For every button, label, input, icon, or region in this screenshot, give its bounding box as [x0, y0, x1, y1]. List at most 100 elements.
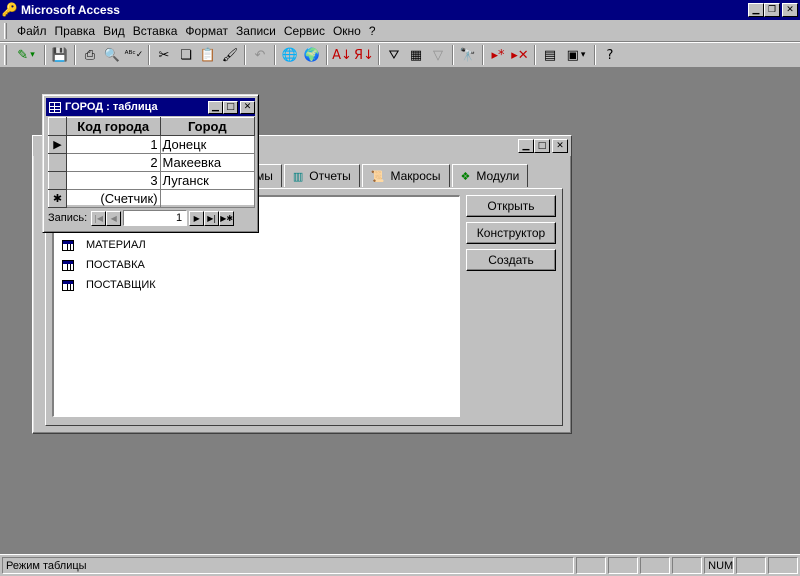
current-record-icon[interactable]: ▶ [48, 135, 67, 154]
paste-icon[interactable]: 📋 [197, 44, 219, 66]
table-icon [62, 259, 74, 271]
cut-icon[interactable]: ✂ [153, 44, 175, 66]
view-design-icon[interactable]: ✎ [11, 44, 41, 66]
filter-by-selection-icon[interactable]: ⛛ [383, 44, 405, 66]
menu-records[interactable]: Записи [232, 24, 280, 38]
format-painter-icon[interactable]: 🖌 [219, 44, 241, 66]
copy-icon[interactable]: ❏ [175, 44, 197, 66]
cell-code[interactable]: (Счетчик) [66, 189, 161, 208]
menu-window[interactable]: Окно [329, 24, 365, 38]
cell-code[interactable]: 2 [66, 153, 161, 172]
delete-record-icon[interactable]: ▸✕ [509, 44, 531, 66]
spelling-icon[interactable]: ᴬᴮᶜ✓ [123, 44, 145, 66]
datasheet-title: ГОРОД : таблица [65, 101, 158, 113]
menu-file[interactable]: Файл [13, 24, 51, 38]
undo-icon[interactable]: ↶ [249, 44, 271, 66]
help-icon[interactable]: ? [599, 44, 621, 66]
ds-maximize-button[interactable]: □ [223, 100, 238, 114]
status-panel [576, 557, 607, 574]
design-button[interactable]: Конструктор [466, 222, 556, 244]
menu-format[interactable]: Формат [181, 24, 232, 38]
status-panel [736, 557, 767, 574]
num-lock-indicator: NUM [704, 557, 735, 574]
column-header-city[interactable]: Город [159, 117, 256, 136]
macro-icon: 📜 [370, 169, 385, 183]
db-maximize-button[interactable]: □ [534, 139, 550, 153]
restore-button[interactable]: ❐ [764, 3, 780, 17]
new-record-icon[interactable]: ▸* [487, 44, 509, 66]
open-button[interactable]: Открыть [466, 195, 556, 217]
toolbar-separator [148, 45, 150, 65]
record-number-input[interactable]: 1 [123, 210, 188, 226]
tab-modules[interactable]: ❖ Модули [451, 164, 529, 187]
menu-tools[interactable]: Сервис [280, 24, 329, 38]
object-name: ПОСТАВЩИК [86, 279, 156, 291]
db-close-button[interactable]: ✕ [552, 139, 568, 153]
tab-label: Отчеты [309, 169, 351, 183]
next-record-icon[interactable]: ▶ [189, 210, 205, 226]
column-header-code[interactable]: Код города [65, 117, 161, 136]
table-row[interactable]: 2 Макеевка [48, 153, 256, 172]
close-button[interactable]: ✕ [782, 3, 798, 17]
tab-reports[interactable]: ▥ Отчеты [283, 164, 360, 187]
app-title: Microsoft Access [21, 3, 120, 17]
minimize-button[interactable]: ▁ [748, 3, 764, 17]
table-row[interactable]: ▶ 1 Донецк [48, 135, 256, 154]
tab-label: Модули [476, 169, 520, 183]
menu-grip [4, 22, 7, 39]
cell-code[interactable]: 1 [66, 135, 161, 154]
toolbar-separator [326, 45, 328, 65]
new-record-row[interactable]: ✱ (Счетчик) [48, 189, 256, 208]
object-tabs: мы ▥ Отчеты 📜 Макросы ❖ Модули [251, 164, 530, 188]
module-icon: ❖ [460, 169, 471, 183]
design-button-label: Конструктор [476, 226, 546, 240]
apply-filter-icon[interactable]: ▽ [427, 44, 449, 66]
create-button[interactable]: Создать [466, 249, 556, 271]
sort-descending-icon[interactable]: Я↓ [353, 44, 375, 66]
datasheet-grid: Код города Город ▶ 1 Донецк 2 Макеевка 3… [48, 117, 256, 208]
report-icon: ▥ [292, 169, 304, 183]
first-record-icon[interactable]: |◀ [91, 210, 107, 226]
table-row[interactable]: 3 Луганск [48, 171, 256, 190]
new-record-nav-icon[interactable]: ▶✱ [219, 210, 235, 226]
ds-minimize-button[interactable]: ▁ [208, 100, 223, 114]
tab-macros[interactable]: 📜 Макросы [361, 164, 450, 187]
print-icon[interactable]: ⎙ [79, 44, 101, 66]
cell-city[interactable]: Донецк [160, 135, 256, 154]
prev-record-icon[interactable]: ◀ [106, 210, 122, 226]
toolbar-separator [378, 45, 380, 65]
row-selector[interactable] [48, 153, 67, 172]
cell-city[interactable]: Макеевка [160, 153, 256, 172]
table-icon [49, 101, 61, 113]
status-bar: Режим таблицы NUM [0, 554, 800, 576]
menu-bar: Файл Правка Вид Вставка Формат Записи Се… [0, 20, 800, 42]
row-selector[interactable] [48, 171, 67, 190]
db-minimize-button[interactable]: ▁ [518, 139, 534, 153]
print-preview-icon[interactable]: 🔍 [101, 44, 123, 66]
filter-by-form-icon[interactable]: ▦ [405, 44, 427, 66]
menu-insert[interactable]: Вставка [129, 24, 182, 38]
find-icon[interactable]: 🔭 [457, 44, 479, 66]
menu-help[interactable]: ? [365, 24, 380, 38]
menu-edit[interactable]: Правка [51, 24, 100, 38]
list-item[interactable]: МАТЕРИАЛ [62, 237, 146, 253]
web-toolbar-icon[interactable]: 🌍 [301, 44, 323, 66]
last-record-icon[interactable]: ▶| [204, 210, 220, 226]
toolbar-separator [452, 45, 454, 65]
menu-view[interactable]: Вид [99, 24, 129, 38]
list-item[interactable]: ПОСТАВКА [62, 257, 145, 273]
new-object-icon[interactable]: ▣ [561, 44, 591, 66]
cell-code[interactable]: 3 [66, 171, 161, 190]
cell-city[interactable] [160, 189, 256, 208]
app-title-bar: 🔑 Microsoft Access ▁ ❐ ✕ [0, 0, 800, 20]
select-all-corner[interactable] [48, 117, 67, 136]
save-icon[interactable]: 💾 [49, 44, 71, 66]
list-item[interactable]: ПОСТАВЩИК [62, 277, 156, 293]
access-key-icon[interactable]: 🔑 [2, 2, 18, 18]
insert-hyperlink-icon[interactable]: 🌐 [279, 44, 301, 66]
new-record-icon[interactable]: ✱ [48, 189, 67, 208]
database-window-icon[interactable]: ▤ [539, 44, 561, 66]
cell-city[interactable]: Луганск [160, 171, 256, 190]
sort-ascending-icon[interactable]: A↓ [331, 44, 353, 66]
ds-close-button[interactable]: ✕ [240, 100, 255, 114]
